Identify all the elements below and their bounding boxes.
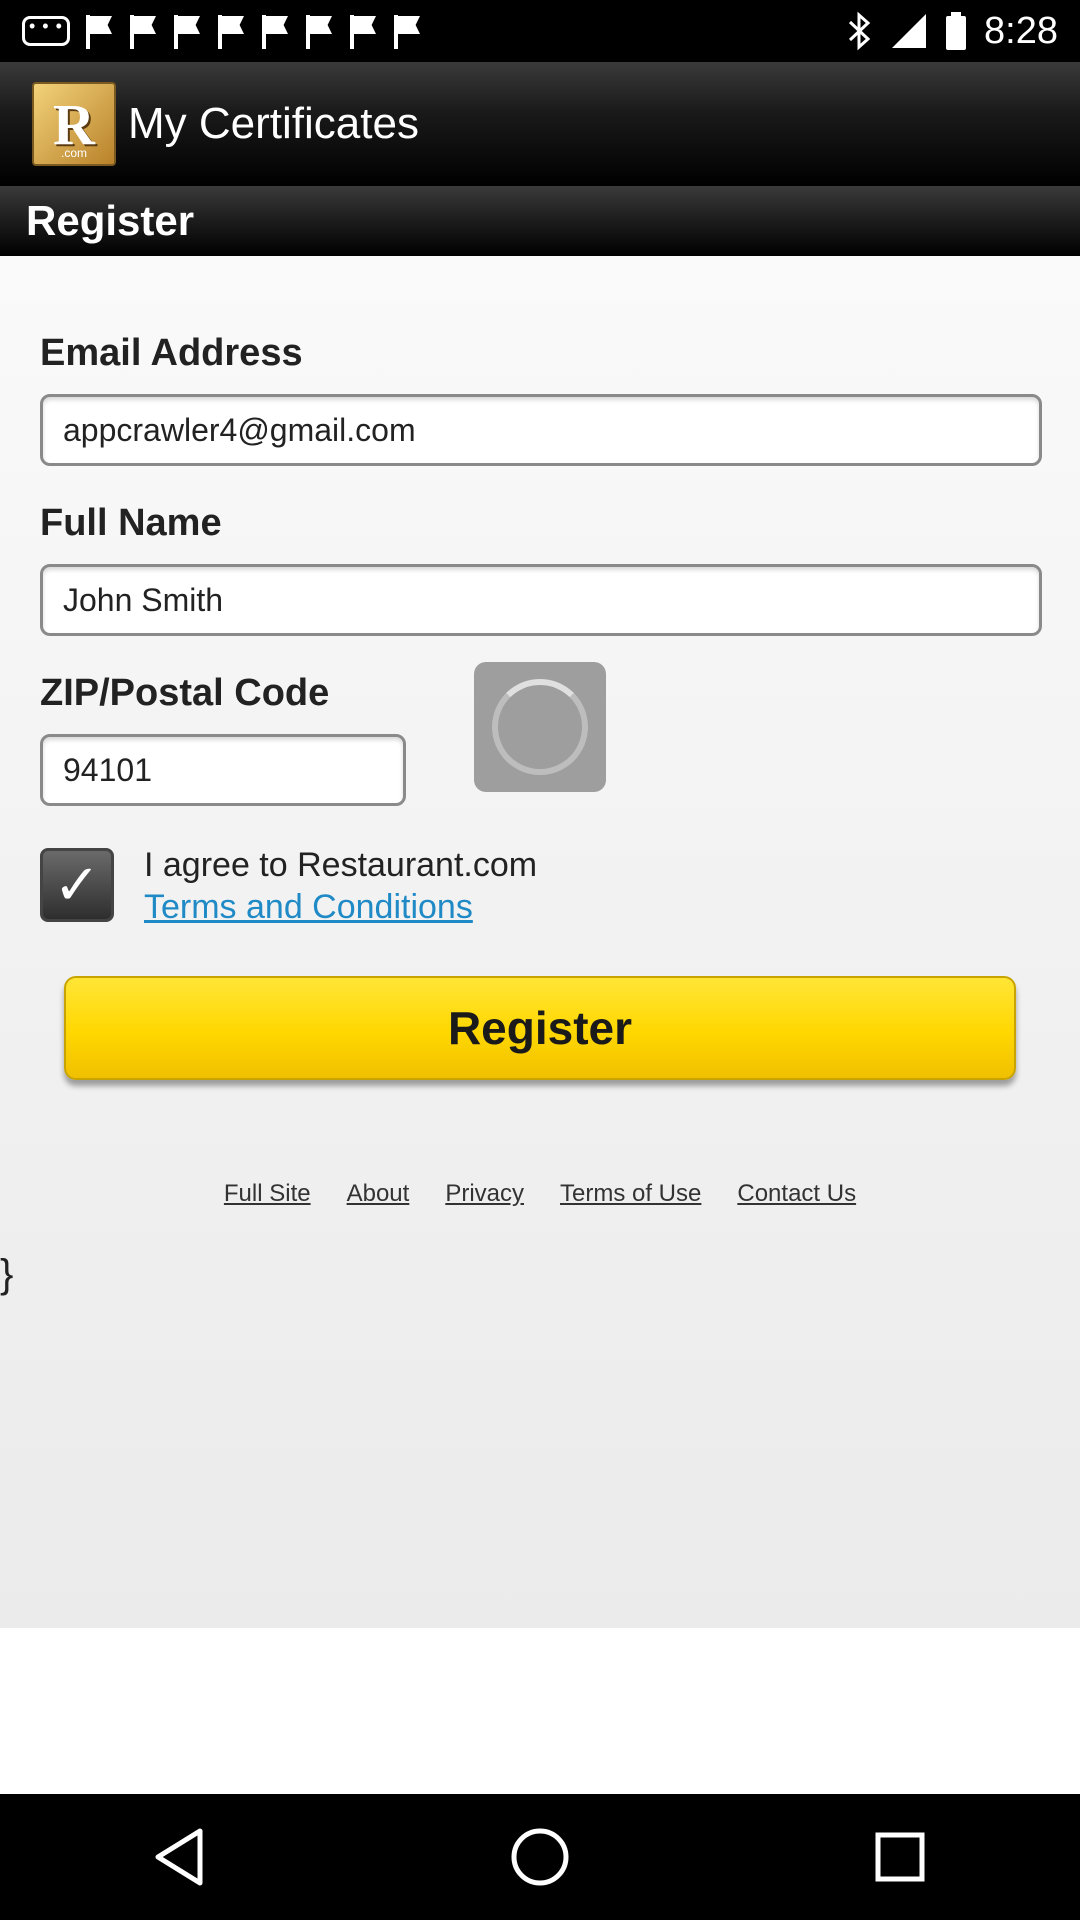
navigation-bar (0, 1794, 1080, 1920)
footer-link-full-site[interactable]: Full Site (224, 1180, 311, 1208)
system-icons: 8:28 (846, 10, 1080, 53)
battery-icon (946, 12, 967, 50)
app-title: My Certificates (128, 99, 419, 148)
checkmark-icon: ✓ (53, 853, 101, 916)
app-logo[interactable]: R .com (32, 82, 116, 166)
recents-button[interactable] (840, 1807, 960, 1907)
flag-icon (304, 13, 334, 49)
agree-text: I agree to Restaurant.com (144, 846, 538, 884)
logo-suffix: .com (60, 146, 87, 160)
section-header: Register (0, 186, 1080, 256)
clock: 8:28 (984, 9, 1058, 52)
home-icon (511, 1828, 569, 1886)
full-name-label: Full Name (40, 502, 222, 544)
full-name-field[interactable]: John Smith (40, 564, 1042, 636)
footer-links: Full Site About Privacy Terms of Use Con… (0, 1180, 1080, 1208)
flag-icon (392, 13, 422, 49)
register-button[interactable]: Register (64, 976, 1016, 1080)
footer-link-about[interactable]: About (347, 1180, 410, 1208)
home-button[interactable] (480, 1807, 600, 1907)
bluetooth-icon (849, 11, 871, 51)
email-label: Email Address (40, 332, 303, 374)
chat-icon (22, 16, 70, 46)
flag-icon (216, 13, 246, 49)
flag-icon (260, 13, 290, 49)
recents-icon (875, 1832, 925, 1882)
loading-spinner (474, 662, 606, 792)
notification-icons (0, 13, 422, 49)
footer-link-privacy[interactable]: Privacy (445, 1180, 524, 1208)
signal-icon (892, 14, 927, 48)
agree-checkbox[interactable]: ✓ (40, 848, 114, 922)
back-button[interactable] (120, 1807, 240, 1907)
status-bar: 8:28 (0, 0, 1080, 62)
spinner-icon (492, 679, 588, 775)
footer-link-terms-of-use[interactable]: Terms of Use (560, 1180, 701, 1208)
flag-icon (172, 13, 202, 49)
blank-area (0, 1628, 1080, 1794)
zip-label: ZIP/Postal Code (40, 672, 330, 714)
flag-icon (84, 13, 114, 49)
back-icon (155, 1828, 203, 1886)
section-title: Register (26, 197, 195, 244)
flag-icon (128, 13, 158, 49)
terms-link[interactable]: Terms and Conditions (144, 888, 473, 927)
app-bar: R .com My Certificates (0, 62, 1080, 186)
footer-link-contact-us[interactable]: Contact Us (737, 1180, 856, 1208)
flag-icon (348, 13, 378, 49)
email-field[interactable]: appcrawler4@gmail.com (40, 394, 1042, 466)
zip-field[interactable]: 94101 (40, 734, 406, 806)
stray-text: } (0, 1252, 14, 1296)
